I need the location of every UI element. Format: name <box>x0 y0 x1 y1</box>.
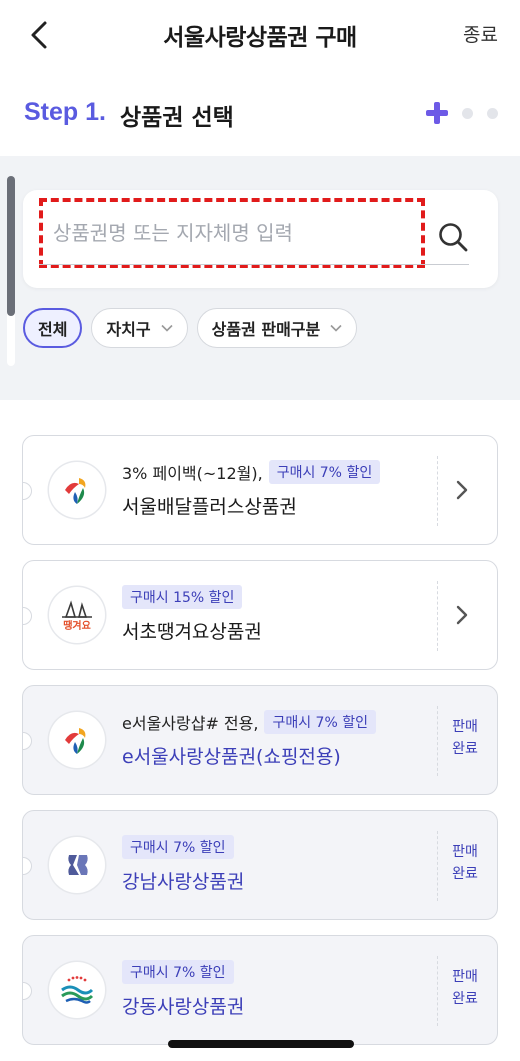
chevron-down-icon <box>330 324 342 332</box>
filter-chips: 전체 자치구 상품권 판매구분 <box>23 308 358 348</box>
step-progress <box>426 102 498 124</box>
discount-badge: 구매시 7% 할인 <box>122 835 234 859</box>
voucher-promo-row: e서울사랑샵# 전용, 구매시 7% 할인 <box>122 710 376 734</box>
app-header: 서울사랑상품권 구매 종료 <box>0 0 520 70</box>
chevron-down-icon <box>161 324 173 332</box>
voucher-name: 서초땡겨요상품권 <box>122 621 262 643</box>
search-input-highlight <box>39 198 425 268</box>
voucher-name: 강동사랑상품권 <box>122 996 245 1018</box>
ticket-notch <box>23 607 32 625</box>
home-indicator[interactable] <box>168 1040 354 1048</box>
sold-out-status: 판매 완료 <box>449 966 481 1010</box>
scrollbar-thumb[interactable] <box>7 176 15 316</box>
step-dot-2 <box>462 107 473 119</box>
voucher-promo-row: 3% 페이백(~12월), 구매시 7% 할인 <box>122 460 381 484</box>
seoul-logo-icon <box>49 712 105 768</box>
close-button[interactable]: 종료 <box>463 20 498 47</box>
sold-out-line1: 판매 <box>452 844 478 860</box>
divider <box>437 956 438 1026</box>
divider <box>437 581 438 651</box>
gangdong-logo-icon <box>49 962 105 1018</box>
voucher-card-e-seoul[interactable]: e서울사랑샵# 전용, 구매시 7% 할인 e서울사랑상품권(쇼핑전용) 판매 … <box>22 685 498 795</box>
step-title: 상품권 선택 <box>120 105 234 131</box>
ticket-notch <box>23 732 32 750</box>
discount-badge: 구매시 15% 할인 <box>122 585 243 609</box>
step-number: Step 1. <box>24 98 106 126</box>
sold-out-line1: 판매 <box>452 969 478 985</box>
divider <box>437 706 438 776</box>
voucher-card-seocho[interactable]: 땡겨요 구매시 15% 할인 서초땡겨요상품권 <box>22 560 498 670</box>
chevron-right-icon[interactable] <box>451 601 473 629</box>
discount-badge: 구매시 7% 할인 <box>268 460 381 484</box>
voucher-name: 서울배달플러스상품권 <box>122 496 297 518</box>
scrollbar[interactable] <box>7 176 15 366</box>
sold-out-line1: 판매 <box>452 719 478 735</box>
current-step-plus-icon <box>426 102 448 124</box>
seocho-logo-text: 땡겨요 <box>63 619 91 632</box>
voucher-name: e서울사랑상품권(쇼핑전용) <box>122 746 341 768</box>
voucher-promo-text: 3% 페이백(~12월), <box>122 464 263 483</box>
seocho-logo-icon: 땡겨요 <box>49 587 105 643</box>
search-icon[interactable] <box>436 220 470 254</box>
voucher-promo-row: 구매시 15% 할인 <box>122 585 243 609</box>
seoul-logo-icon <box>49 462 105 518</box>
search-section: 전체 자치구 상품권 판매구분 <box>0 156 520 400</box>
voucher-card-gangnam[interactable]: 구매시 7% 할인 강남사랑상품권 판매 완료 <box>22 810 498 920</box>
sold-out-line2: 완료 <box>452 866 478 882</box>
voucher-promo-row: 구매시 7% 할인 <box>122 835 234 859</box>
sold-out-status: 판매 완료 <box>449 716 481 760</box>
filter-chip-all[interactable]: 전체 <box>23 308 83 348</box>
voucher-promo-text: e서울사랑샵# 전용, <box>122 714 259 733</box>
divider <box>437 831 438 901</box>
sold-out-line2: 완료 <box>452 991 478 1007</box>
divider <box>437 456 438 526</box>
voucher-promo-row: 구매시 7% 할인 <box>122 960 234 984</box>
filter-chip-label: 상품권 판매구분 <box>211 320 321 339</box>
search-input[interactable] <box>53 202 413 264</box>
voucher-name: 강남사랑상품권 <box>122 871 245 893</box>
ticket-notch <box>23 857 32 875</box>
ticket-notch <box>23 982 32 1000</box>
search-box <box>23 190 498 288</box>
voucher-card-gangdong[interactable]: 구매시 7% 할인 강동사랑상품권 판매 완료 <box>22 935 498 1045</box>
sold-out-line2: 완료 <box>452 741 478 757</box>
filter-chip-sale-type[interactable]: 상품권 판매구분 <box>196 308 358 348</box>
search-underline <box>39 264 469 265</box>
step-dot-3 <box>487 107 498 119</box>
ticket-notch <box>23 482 32 500</box>
filter-chip-label: 자치구 <box>106 320 151 339</box>
voucher-card-seoul-delivery[interactable]: 3% 페이백(~12월), 구매시 7% 할인 서울배달플러스상품권 <box>22 435 498 545</box>
voucher-list: 3% 페이백(~12월), 구매시 7% 할인 서울배달플러스상품권 땡겨요 구… <box>0 400 520 1061</box>
chevron-right-icon[interactable] <box>451 476 473 504</box>
sold-out-status: 판매 완료 <box>449 841 481 885</box>
discount-badge: 구매시 7% 할인 <box>122 960 234 984</box>
filter-chip-district[interactable]: 자치구 <box>91 308 188 348</box>
discount-badge: 구매시 7% 할인 <box>264 710 376 734</box>
filter-chip-label: 전체 <box>38 320 68 339</box>
page-title: 서울사랑상품권 구매 <box>163 25 357 51</box>
gangnam-logo-icon <box>49 837 105 893</box>
step-indicator-row: Step 1. 상품권 선택 <box>0 70 520 156</box>
